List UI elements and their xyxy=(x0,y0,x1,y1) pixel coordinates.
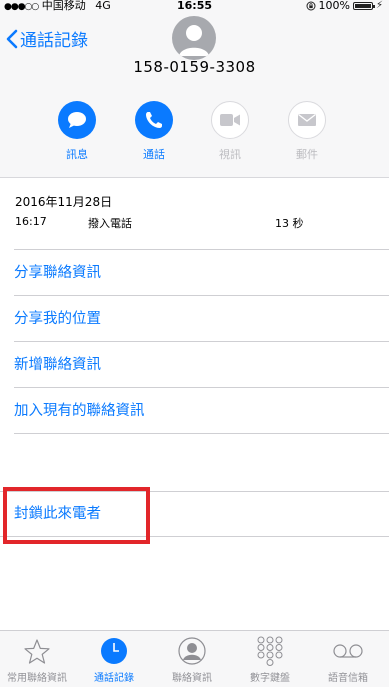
voicemail-icon xyxy=(333,644,363,658)
person-silhouette-icon xyxy=(179,25,209,56)
charging-bolt-icon: ⚡ xyxy=(375,0,383,11)
video-label: 視訊 xyxy=(219,148,241,161)
call-time: 16:17 xyxy=(15,215,47,228)
list-divider xyxy=(14,433,389,434)
new-contact-option[interactable]: 新增聯絡資訊 xyxy=(14,341,389,387)
call-button[interactable]: 通話 xyxy=(129,101,179,162)
tab-voicemail[interactable]: 語音信箱 xyxy=(309,636,387,684)
battery-icon xyxy=(352,2,375,10)
tab-voicemail-label: 語音信箱 xyxy=(328,673,368,684)
battery-percent: 100% xyxy=(318,0,350,12)
tab-favorites-label: 常用聯絡資訊 xyxy=(7,673,67,684)
mail-button[interactable]: 郵件 xyxy=(282,101,332,162)
contact-header: ●●●○○ 中国移动 4G 16:55 100% ⚡ 通話記錄 158-0159… xyxy=(0,0,389,178)
star-icon xyxy=(24,638,50,664)
status-bar: ●●●○○ 中国移动 4G 16:55 100% ⚡ xyxy=(0,0,389,12)
block-caller-button[interactable]: 封鎖此來電者 xyxy=(0,491,389,537)
add-to-existing-contact-option[interactable]: 加入現有的聯絡資訊 xyxy=(14,387,389,433)
video-button[interactable]: 視訊 xyxy=(205,101,255,162)
tab-keypad[interactable]: 數字鍵盤 xyxy=(231,636,309,684)
contact-phone-number: 158-0159-3308 xyxy=(133,58,256,76)
tab-recents-label: 通話記錄 xyxy=(94,673,134,684)
tab-contacts-label: 聯絡資訊 xyxy=(172,673,212,684)
tab-contacts[interactable]: 聯絡資訊 xyxy=(153,636,231,684)
tab-keypad-label: 數字鍵盤 xyxy=(250,673,290,684)
call-date: 2016年11月28日 xyxy=(15,195,113,209)
message-label: 訊息 xyxy=(66,148,88,161)
tab-bar: 常用聯絡資訊 通話記錄 聯絡資訊 數字鍵盤 語音信箱 xyxy=(0,630,389,687)
call-type: 撥入電話 xyxy=(88,217,132,230)
avatar xyxy=(172,16,216,60)
message-bubble-icon xyxy=(68,112,86,128)
mail-label: 郵件 xyxy=(296,148,318,161)
call-duration: 13 秒 xyxy=(275,217,304,230)
action-buttons: 訊息 通話 視訊 郵件 xyxy=(0,101,389,161)
chevron-left-icon xyxy=(6,29,18,48)
message-button[interactable]: 訊息 xyxy=(52,101,102,162)
back-button[interactable]: 通話記錄 xyxy=(6,26,88,51)
contact-person-icon xyxy=(178,637,206,665)
clock-icon xyxy=(101,638,127,664)
call-label: 通話 xyxy=(143,148,165,161)
share-contact-option[interactable]: 分享聯絡資訊 xyxy=(14,249,389,295)
tab-recents[interactable]: 通話記錄 xyxy=(75,636,153,684)
phone-icon xyxy=(146,112,162,128)
rotation-lock-icon xyxy=(306,1,316,11)
share-location-option[interactable]: 分享我的位置 xyxy=(14,295,389,341)
mail-envelope-icon xyxy=(298,113,316,126)
back-label: 通話記錄 xyxy=(20,31,88,51)
tab-favorites[interactable]: 常用聯絡資訊 xyxy=(0,636,76,684)
video-camera-icon xyxy=(220,114,240,126)
keypad-icon xyxy=(257,636,283,666)
